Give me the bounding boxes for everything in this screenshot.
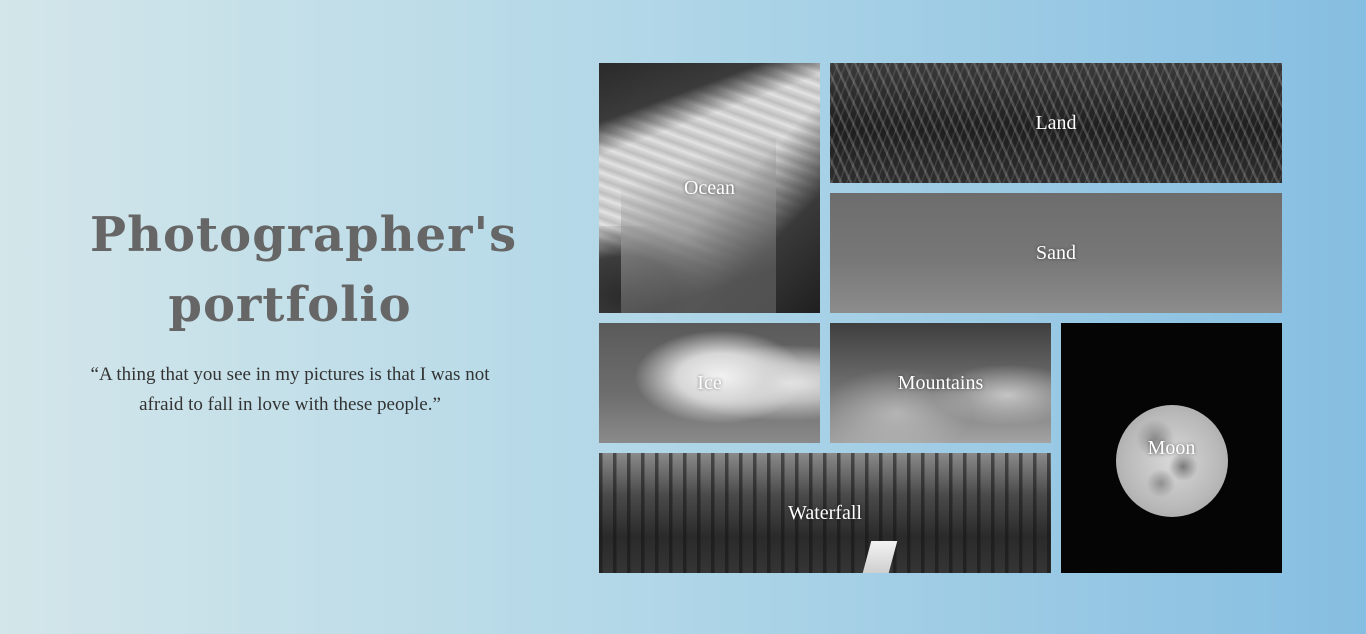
gallery-tile-waterfall[interactable]: Waterfall [599, 453, 1051, 573]
gallery-tile-sand[interactable]: Sand [830, 193, 1282, 313]
moon-image [1116, 405, 1228, 517]
page-title-line-2: portfolio [168, 277, 412, 333]
page-title: Photographer's portfolio [90, 200, 516, 340]
gallery-tile-label: Ocean [683, 176, 736, 199]
gallery-tile-label: Mountains [897, 371, 984, 394]
intro-section: Photographer's portfolio “A thing that y… [90, 200, 516, 420]
intro-quote: “A thing that you see in my pictures is … [90, 364, 490, 415]
gallery-tile-label: Waterfall [788, 501, 862, 524]
gallery-tile-label: Moon [1147, 436, 1196, 459]
gallery-tile-label: Land [1035, 111, 1077, 134]
gallery-tile-moon[interactable]: Moon [1061, 323, 1282, 573]
gallery-tile-ice[interactable]: Ice [599, 323, 820, 443]
photo-gallery: Ocean Land Sand Ice Mountains Moon Water… [599, 63, 1282, 573]
gallery-tile-label: Sand [1036, 241, 1076, 264]
gallery-tile-label: Ice [697, 371, 722, 394]
gallery-tile-ocean[interactable]: Ocean [599, 63, 820, 313]
gallery-tile-land[interactable]: Land [830, 63, 1282, 183]
page-title-line-1: Photographer's [90, 207, 518, 263]
gallery-tile-mountains[interactable]: Mountains [830, 323, 1051, 443]
